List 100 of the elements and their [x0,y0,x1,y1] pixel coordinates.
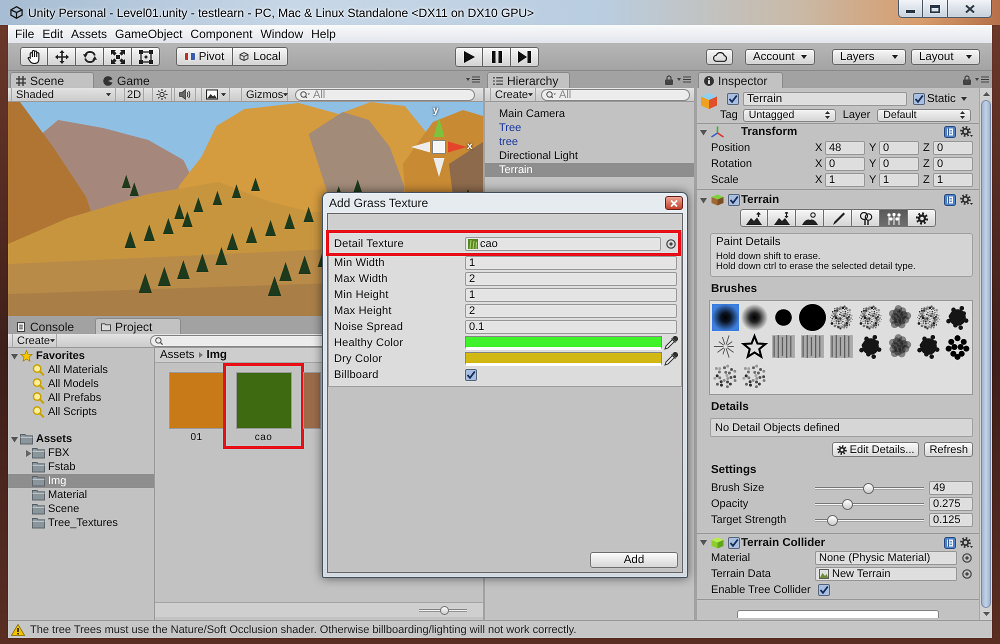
audio-toggle[interactable] [174,88,196,101]
axis-gizmo-icon[interactable] [410,116,468,178]
checkbox[interactable] [465,369,477,381]
add-button[interactable]: Add [590,552,678,568]
number-field[interactable]: 1 [465,288,677,302]
cut-off-button[interactable] [737,610,939,618]
hierarchy-item[interactable]: tree [485,135,694,149]
terrain-tool-button[interactable] [740,209,768,227]
search-field[interactable]: All [541,88,690,100]
menu-item[interactable]: Component [186,27,256,41]
tool-button[interactable] [48,47,76,66]
caret-icon[interactable] [25,450,32,456]
color-field[interactable] [465,336,662,350]
terrain-tool-button[interactable] [908,209,936,227]
layer-dropdown[interactable]: Default [877,108,972,122]
number-field[interactable]: 1 [465,256,677,270]
gear-icon[interactable] [960,194,973,206]
refresh-button[interactable]: Refresh [924,442,973,457]
folder-item[interactable]: Material [8,488,154,502]
caret-icon[interactable] [11,352,18,360]
breadcrumb-item[interactable]: Img [206,349,227,361]
menu-item[interactable]: File [11,27,38,41]
number-field[interactable]: 2 [465,304,677,318]
folder-item[interactable]: Assets [8,432,154,446]
name-field[interactable]: Terrain [743,92,907,106]
number-field[interactable]: 48 [825,141,865,155]
tool-button[interactable] [132,47,160,66]
terrain-tool-button[interactable] [852,209,880,227]
close-button[interactable] [665,196,683,210]
book-icon[interactable] [944,536,956,548]
checkbox[interactable] [818,584,830,596]
panel-tab[interactable]: Console [10,318,95,334]
menu-item[interactable]: Window [256,27,308,41]
saved-search-item[interactable]: All Scripts [8,405,154,419]
checkbox[interactable] [727,93,739,105]
layers-dropdown[interactable]: Layers [832,48,906,64]
create-dropdown[interactable]: Create [12,334,57,347]
slider-thumb[interactable] [863,482,874,494]
favorites-item[interactable]: Favorites [8,349,154,363]
scrollbar[interactable] [979,88,992,620]
hierarchy-item[interactable]: Directional Light [485,149,694,163]
number-field[interactable]: 0 [879,157,919,171]
number-field[interactable]: 0 [933,157,973,171]
up-arrow-icon[interactable] [982,92,990,96]
object-field[interactable]: cao [465,237,661,251]
slider-thumb[interactable] [827,514,838,526]
shading-dropdown[interactable]: Shaded [11,88,116,101]
folder-item[interactable]: FBX [8,446,154,460]
brush-icon[interactable] [944,304,971,331]
terrain-tool-button[interactable] [796,209,824,227]
brush-icon[interactable] [799,304,826,331]
number-field[interactable]: 0 [933,141,973,155]
object-field[interactable]: None (Physic Material) [815,551,957,565]
folder-item[interactable]: Fstab [8,460,154,474]
texture-thumbnail[interactable] [170,373,224,428]
folder-item[interactable]: Tree_Textures [8,516,154,530]
scrollbar-thumb[interactable] [981,100,991,608]
cloud-button[interactable] [706,48,733,64]
lock-icon[interactable] [665,74,673,84]
panel-tab[interactable]: Project [95,318,181,334]
edit-details-button[interactable]: Edit Details... [832,442,920,457]
number-field[interactable]: 2 [465,272,677,286]
search-field[interactable]: All [295,88,475,100]
texture-thumbnail[interactable] [236,373,290,428]
color-field[interactable] [465,352,662,366]
brush-icon[interactable] [741,333,768,360]
brush-icon[interactable] [944,333,971,360]
number-field[interactable]: 1 [933,173,973,187]
number-field[interactable]: 0 [879,141,919,155]
checkbox[interactable] [728,536,740,548]
gear-icon[interactable] [960,536,973,548]
checkbox[interactable] [913,93,925,105]
book-icon[interactable] [944,194,956,206]
checkbox[interactable] [728,194,740,206]
eyedropper-icon[interactable] [664,336,678,350]
minimize-button[interactable] [898,0,923,18]
gear-icon[interactable] [960,126,973,138]
target-icon[interactable] [666,239,676,249]
menu-item[interactable]: Help [307,27,340,41]
handle-toggle-button[interactable]: Pivot [176,47,233,66]
tool-button[interactable] [76,47,104,66]
2d-toggle[interactable]: 2D [124,88,144,101]
gizmos-dropdown[interactable]: Gizmos [241,88,288,101]
tool-button[interactable] [20,47,48,66]
handle-toggle-button[interactable]: Local [233,47,288,66]
brush-icon[interactable] [741,304,768,331]
brush-icon[interactable] [741,362,768,389]
book-icon[interactable] [944,126,956,138]
close-button[interactable] [948,0,992,18]
playback-button[interactable] [511,46,539,66]
brush-icon[interactable] [857,333,884,360]
menu-icon[interactable] [466,76,480,83]
effects-dropdown[interactable] [201,88,230,101]
maximize-button[interactable] [923,0,948,18]
panel-tab[interactable]: Hierarchy [487,72,570,88]
brush-icon[interactable] [886,304,913,331]
number-field[interactable]: 49 [929,481,973,495]
tag-dropdown[interactable]: Untagged [742,108,836,122]
layout-dropdown[interactable]: Layout [911,48,980,64]
lighting-toggle[interactable] [152,88,172,101]
